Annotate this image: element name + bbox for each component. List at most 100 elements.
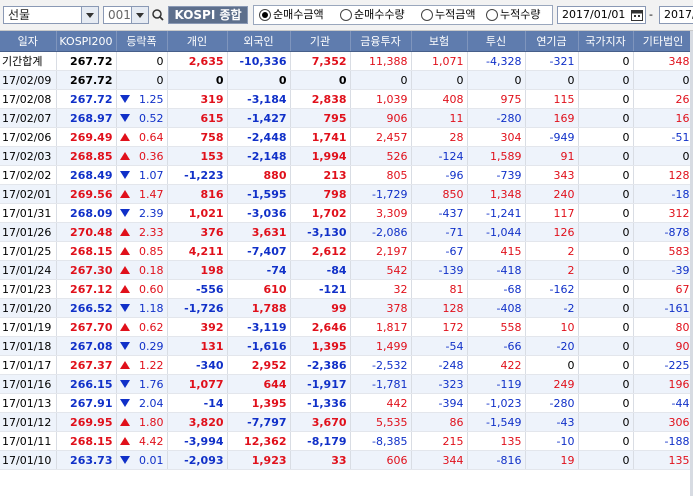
investor-trend-table: 일자 KOSPI200 등락폭 개인 외국인 기관 금융투자 보험 투신 연기금… xyxy=(0,31,693,470)
insurance-cell: -139 xyxy=(411,260,468,280)
table-row[interactable]: 17/02/07 268.97 0.52 615 -1,427 795 906 11 -280 1… xyxy=(0,108,693,128)
individual-cell: 1,021 xyxy=(167,203,228,223)
pension-cell: -20 xyxy=(525,336,579,356)
column-header[interactable]: 일자 xyxy=(0,31,57,52)
financial-investment-cell: 3,309 xyxy=(350,203,412,223)
individual-cell: -1,223 xyxy=(167,165,228,185)
end-date-field[interactable]: 2017/ xyxy=(659,6,693,24)
table-row[interactable]: 17/01/17 267.37 1.22 -340 2,952 -2,386 -2,532-… xyxy=(0,355,693,375)
individual-cell: 153 xyxy=(167,146,228,166)
table-row[interactable]: 17/01/23 267.12 0.60 -556 610 -121 32 81 -68 -162… xyxy=(0,279,693,299)
column-header[interactable]: 금융투자 xyxy=(350,31,412,52)
foreign-cell: -7,407 xyxy=(227,241,291,261)
table-row[interactable]: 17/02/06 269.49 0.64 758 -2,448 1,741 2,457 28 3… xyxy=(0,127,693,147)
code-select-value: 001 xyxy=(108,8,131,22)
table-row[interactable]: 17/01/26 270.48 2.33 376 3,631 -3,130 -2,086 -7… xyxy=(0,222,693,242)
other-corp-cell: -225 xyxy=(633,355,693,375)
table-row[interactable]: 17/01/24 267.30 0.18 198 -74 -84 542 -139 -418 2 0… xyxy=(0,260,693,280)
kospi200-cell: 267.72 xyxy=(56,51,117,71)
table-row[interactable]: 17/02/02 268.49 1.07 -1,223 880 213 805 -96 -739… xyxy=(0,165,693,185)
foreign-cell: 12,362 xyxy=(227,431,291,451)
change-cell: 0.85 xyxy=(116,241,168,261)
investment-trust-cell: -1,044 xyxy=(467,222,526,242)
change-value: 0.18 xyxy=(139,263,164,277)
table-row[interactable]: 17/02/03 268.85 0.36 153 -2,148 1,994 526 -124 1… xyxy=(0,146,693,166)
start-date-field[interactable]: 2017/01/01 xyxy=(557,6,646,24)
government-cell: 0 xyxy=(578,412,634,432)
table-row[interactable]: 17/01/19 267.70 0.62 392 -3,119 2,646 1,817 172… xyxy=(0,317,693,337)
insurance-cell: 28 xyxy=(411,127,468,147)
institution-cell: 33 xyxy=(290,450,351,470)
kospi200-cell: 267.72 xyxy=(56,89,117,109)
foreign-cell: 644 xyxy=(227,374,291,394)
insurance-cell: -248 xyxy=(411,355,468,375)
table-row[interactable]: 17/01/13 267.91 2.04 -14 1,395 -1,336 442 -394-… xyxy=(0,393,693,413)
table-row[interactable]: 17/01/31 268.09 2.39 1,021 -3,036 1,702 3,309-… xyxy=(0,203,693,223)
column-header[interactable]: 국가지자 xyxy=(578,31,634,52)
change-cell: 0.36 xyxy=(116,146,168,166)
foreign-cell: -3,036 xyxy=(227,203,291,223)
column-header[interactable]: 보험 xyxy=(411,31,468,52)
table-row[interactable]: 17/01/12 269.95 1.80 3,820 -7,797 3,670 5,535 8… xyxy=(0,412,693,432)
table-row[interactable]: 17/02/09 267.72 0 0 0 0 0 0 0 0 0 0 xyxy=(0,70,693,90)
column-header[interactable]: 외국인 xyxy=(227,31,291,52)
table-row[interactable]: 17/01/16 266.15 1.76 1,077 644 -1,917 -1,781 -3… xyxy=(0,374,693,394)
table-row[interactable]: 17/01/25 268.15 0.85 4,211 -7,407 2,612 2,197-… xyxy=(0,241,693,261)
table-row[interactable]: 17/01/11 268.15 4.42 -3,994 12,362 -8,179 -8,3… xyxy=(0,431,693,451)
date-cell: 17/02/03 xyxy=(0,146,57,166)
up-triangle-icon xyxy=(119,266,130,274)
individual-cell: -1,726 xyxy=(167,298,228,318)
individual-cell: 1,077 xyxy=(167,374,228,394)
other-corp-cell: 0 xyxy=(633,146,693,166)
table-row[interactable]: 17/01/18 267.08 0.29 131 -1,616 1,395 1,499 -54… xyxy=(0,336,693,356)
chevron-down-icon[interactable] xyxy=(131,7,148,23)
government-cell: 0 xyxy=(578,222,634,242)
column-header[interactable]: 기타법인 xyxy=(633,31,693,52)
individual-cell: 319 xyxy=(167,89,228,109)
toolbar: 선물 001 KOSPI 종합 순매수금액 순매수수량 누적금액 누적수량 20… xyxy=(0,0,693,31)
change-cell: 0.60 xyxy=(116,279,168,299)
change-value: 0 xyxy=(156,73,164,87)
foreign-cell: -10,336 xyxy=(227,51,291,71)
calendar-icon[interactable] xyxy=(631,9,643,21)
column-header[interactable]: 등락폭 xyxy=(116,31,168,52)
change-cell: 0.62 xyxy=(116,317,168,337)
pension-cell: 10 xyxy=(525,317,579,337)
investment-trust-cell: 304 xyxy=(467,127,526,147)
pension-cell: 115 xyxy=(525,89,579,109)
chevron-down-icon[interactable] xyxy=(81,7,98,23)
table-row[interactable]: 17/01/20 266.52 1.18 -1,726 1,788 99 378 128 -40… xyxy=(0,298,693,318)
code-select[interactable]: 001 xyxy=(103,6,149,24)
government-cell: 0 xyxy=(578,165,634,185)
pension-cell: 0 xyxy=(525,70,579,90)
investment-trust-cell: 0 xyxy=(467,70,526,90)
table-row[interactable]: 17/02/08 267.72 1.25 319 -3,184 2,838 1,039 408… xyxy=(0,89,693,109)
kospi200-cell: 267.12 xyxy=(56,279,117,299)
insurance-cell: 11 xyxy=(411,108,468,128)
table-row[interactable]: 기간합계 267.72 0 2,635 -10,336 7,352 11,388 1,071-… xyxy=(0,51,693,71)
kospi200-cell: 268.15 xyxy=(56,431,117,451)
column-header[interactable]: 기관 xyxy=(290,31,351,52)
kospi200-cell: 267.72 xyxy=(56,70,117,90)
change-value: 2.33 xyxy=(139,225,164,239)
insurance-cell: 850 xyxy=(411,184,468,204)
date-cell: 17/01/26 xyxy=(0,222,57,242)
table-row[interactable]: 17/02/01 269.56 1.47 816 -1,595 798 -1,729 850 1… xyxy=(0,184,693,204)
search-icon[interactable] xyxy=(151,6,165,24)
institution-cell: 1,395 xyxy=(290,336,351,356)
financial-investment-cell: 805 xyxy=(350,165,412,185)
market-select[interactable]: 선물 xyxy=(3,6,99,24)
change-value: 1.80 xyxy=(139,415,164,429)
column-header[interactable]: 연기금 xyxy=(525,31,579,52)
individual-cell: 4,211 xyxy=(167,241,228,261)
kospi200-cell: 269.56 xyxy=(56,184,117,204)
change-value: 1.07 xyxy=(139,168,164,182)
insurance-cell: -71 xyxy=(411,222,468,242)
table-row[interactable]: 17/01/10 263.73 0.01 -2,093 1,923 33 606 344 -81… xyxy=(0,450,693,470)
radio-label: 누적금액 xyxy=(435,8,476,21)
column-header[interactable]: 투신 xyxy=(467,31,526,52)
institution-cell: 0 xyxy=(290,70,351,90)
column-header[interactable]: KOSPI200 xyxy=(56,31,117,52)
column-header[interactable]: 개인 xyxy=(167,31,228,52)
insurance-cell: -54 xyxy=(411,336,468,356)
